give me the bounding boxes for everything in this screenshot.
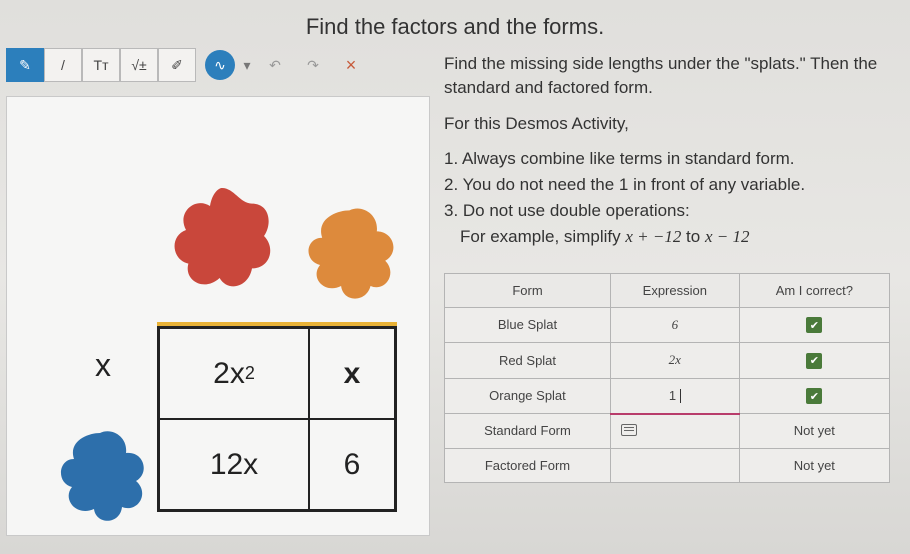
red-splat: [162, 182, 282, 302]
form-cell: Red Splat: [445, 343, 611, 379]
cell-top-left: 2x2: [159, 328, 309, 419]
freehand-tool-button[interactable]: ∿: [205, 50, 235, 80]
pen-icon: ✎: [19, 57, 31, 74]
form-cell: Blue Splat: [445, 307, 611, 343]
area-model-grid: 2x2 x 12x 6: [157, 322, 397, 512]
instr-item2: 2. You do not need the 1 in front of any…: [444, 173, 890, 197]
col-expression: Expression: [610, 273, 739, 307]
page-title: Find the factors and the forms.: [0, 0, 910, 48]
status-cell: ✔: [739, 343, 889, 379]
table-row: Red Splat2x ✔: [445, 343, 890, 379]
table-row: Blue Splat6 ✔: [445, 307, 890, 343]
status-cell: ✔: [739, 307, 889, 343]
expression-cell[interactable]: [610, 448, 739, 482]
form-cell: Orange Splat: [445, 378, 611, 414]
keyboard-icon[interactable]: [621, 424, 637, 436]
eraser-tool-button[interactable]: ✐: [158, 48, 196, 82]
table-row: Standard Form Not yet: [445, 414, 890, 449]
form-cell: Standard Form: [445, 414, 611, 449]
instr-item3b: For example, simplify x + −12 to x − 12: [460, 225, 890, 249]
line-tool-button[interactable]: /: [44, 48, 82, 82]
cell-top-right: x: [309, 328, 395, 419]
instr-line1: Find the missing side lengths under the …: [444, 52, 890, 100]
tool-dropdown[interactable]: ▾: [238, 48, 256, 82]
instructions: Find the missing side lengths under the …: [444, 52, 890, 249]
status-cell: Not yet: [739, 448, 889, 482]
pen-tool-button[interactable]: ✎: [6, 48, 44, 82]
math-tool-button[interactable]: √±: [120, 48, 158, 82]
redo-button[interactable]: ↷: [294, 48, 332, 82]
blue-splat: [52, 427, 152, 527]
clear-button[interactable]: ×: [332, 48, 370, 82]
check-icon: ✔: [806, 317, 822, 333]
expression-cell[interactable]: 1: [610, 378, 739, 414]
check-icon: ✔: [806, 388, 822, 404]
check-icon: ✔: [806, 353, 822, 369]
answer-table: Form Expression Am I correct? Blue Splat…: [444, 273, 890, 483]
instr-line2: For this Desmos Activity,: [444, 112, 890, 136]
text-tool-button[interactable]: Tᴛ: [82, 48, 120, 82]
expression-cell[interactable]: 2x: [610, 343, 739, 379]
cell-bottom-left: 12x: [159, 419, 309, 510]
eraser-icon: ✐: [171, 57, 183, 74]
orange-splat: [297, 202, 402, 307]
col-form: Form: [445, 273, 611, 307]
table-row: Orange Splat1 ✔: [445, 378, 890, 414]
status-cell: Not yet: [739, 414, 889, 449]
status-cell: ✔: [739, 378, 889, 414]
sketch-canvas[interactable]: x 2x2 x 12x 6: [6, 96, 430, 536]
expression-cell[interactable]: [610, 414, 739, 449]
form-cell: Factored Form: [445, 448, 611, 482]
toolbar: ✎ / Tᴛ √± ✐ ∿ ▾ ↶ ↷ ×: [6, 48, 430, 82]
row-label-x: x: [95, 347, 111, 384]
instr-item3: 3. Do not use double operations:: [444, 199, 890, 223]
instr-item1: 1. Always combine like terms in standard…: [444, 147, 890, 171]
table-row: Factored Form Not yet: [445, 448, 890, 482]
undo-button[interactable]: ↶: [256, 48, 294, 82]
cell-bottom-right: 6: [309, 419, 395, 510]
expression-cell[interactable]: 6: [610, 307, 739, 343]
col-correct: Am I correct?: [739, 273, 889, 307]
